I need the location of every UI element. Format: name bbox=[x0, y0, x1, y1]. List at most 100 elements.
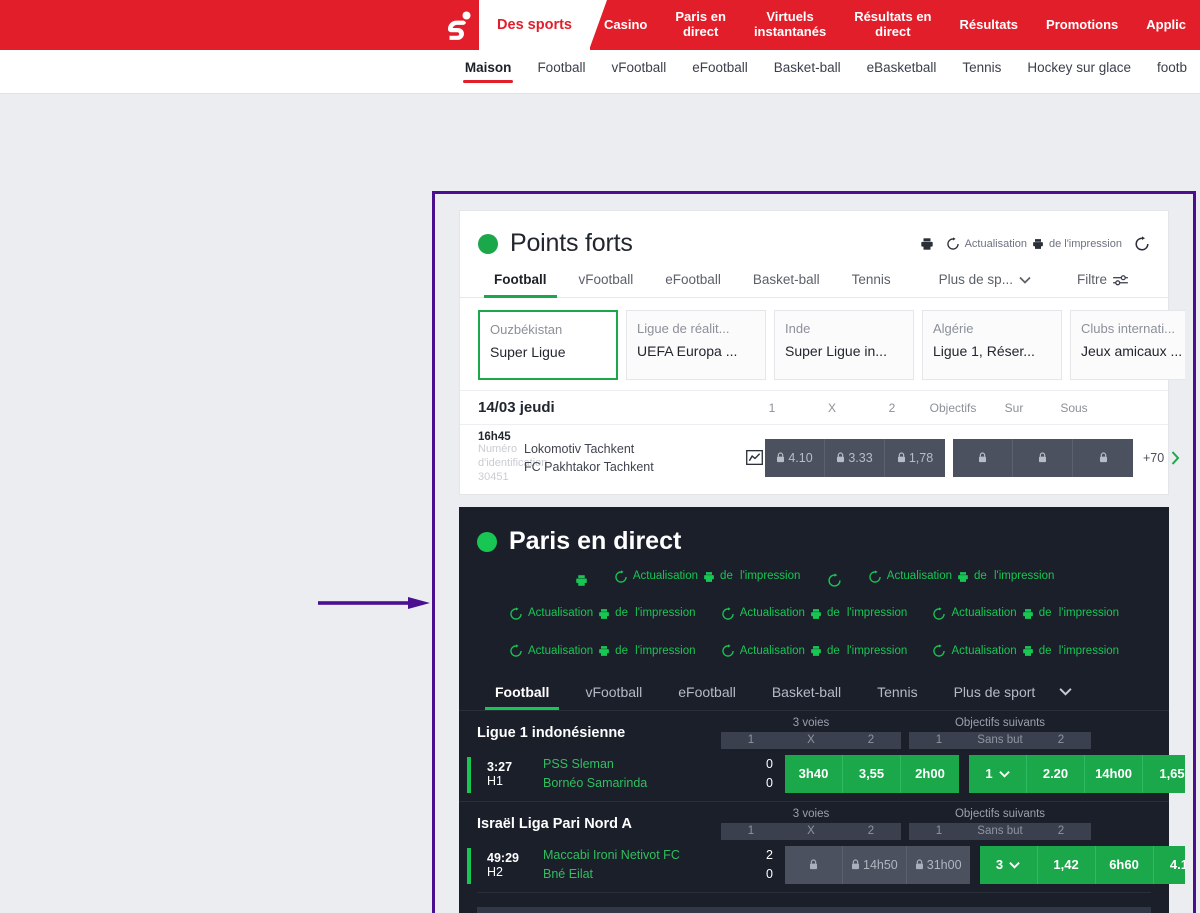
subnav-item-basket-ball[interactable]: Basket-ball bbox=[761, 60, 854, 83]
odds-button[interactable]: 14h50 bbox=[843, 845, 907, 884]
col-header-2: 2 bbox=[1057, 824, 1065, 837]
brand-logo[interactable] bbox=[439, 0, 480, 50]
odds-button[interactable]: 4.10 bbox=[765, 438, 825, 477]
live-tab-more-sports[interactable]: Plus de sport bbox=[936, 676, 1081, 710]
refresh-print-tool[interactable]: Actualisation de l'impression bbox=[868, 560, 1054, 593]
tab-tennis[interactable]: Tennis bbox=[836, 264, 907, 297]
tab-vfootball[interactable]: vFootball bbox=[563, 264, 650, 297]
topnav-item-applications[interactable]: Applic bbox=[1132, 0, 1200, 50]
col-header-1: 1 bbox=[935, 733, 943, 746]
refresh-print-tool[interactable]: Actualisation de l'impression bbox=[509, 635, 696, 668]
odds-button[interactable]: 2.20 bbox=[1027, 754, 1085, 793]
refresh-print-tool[interactable]: Actualisation de l'impression bbox=[721, 597, 907, 630]
match-stats-button[interactable] bbox=[746, 450, 763, 466]
odds-button[interactable]: 6h60 bbox=[1096, 845, 1154, 884]
refresh-print-tool-1[interactable]: Actualisation de l'impression bbox=[946, 236, 1122, 251]
odds-value: 14h50 bbox=[863, 857, 898, 872]
odds-button[interactable]: 3h40 bbox=[785, 754, 843, 793]
league-chip[interactable]: Algérie Ligue 1, Réser... bbox=[922, 310, 1062, 380]
subnav-item-football-extra[interactable]: footb bbox=[1144, 60, 1200, 83]
live-tab-football[interactable]: Football bbox=[477, 676, 567, 710]
odds-selector[interactable]: 3 bbox=[980, 845, 1038, 884]
live-tab-tennis[interactable]: Tennis bbox=[859, 676, 935, 710]
col-header-sur: Sur bbox=[1004, 400, 1024, 415]
more-markets-link[interactable]: +70 bbox=[1133, 451, 1180, 465]
odds-selector[interactable]: 1 bbox=[969, 754, 1027, 793]
odds-button[interactable]: 3,55 bbox=[843, 754, 901, 793]
print-icon[interactable] bbox=[920, 237, 934, 251]
refresh-label-a: Actualisation bbox=[527, 607, 594, 620]
league-chip[interactable]: Ligue de réalit... UEFA Europa ... bbox=[626, 310, 766, 380]
subnav-item-football[interactable]: Football bbox=[524, 60, 598, 83]
topnav-item-resultats[interactable]: Résultats bbox=[946, 0, 1033, 50]
refresh-icon-trailing[interactable] bbox=[1134, 235, 1150, 252]
odds-button[interactable]: 1,42 bbox=[1038, 845, 1096, 884]
odds-button[interactable]: 4.10 bbox=[1154, 846, 1185, 884]
live-match-home-team: Maccabi Ironi Netivot FC bbox=[543, 848, 680, 863]
brand-tab-des-sports[interactable]: Des sports bbox=[479, 0, 607, 50]
refresh-print-tool[interactable]: Actualisation de l'impression bbox=[721, 635, 907, 668]
live-match-row[interactable]: 49:29 H2 Maccabi Ironi Netivot FC Bné Ei… bbox=[459, 840, 1185, 892]
odds-column-headers: 1 X 2 Objectifs Sur Sous bbox=[742, 401, 1150, 415]
live-odds-column-headers: 3 voies 1 X 2 Objectifs suivants 1 Sans … bbox=[721, 717, 1151, 749]
topnav-item-virtuels-instantanes[interactable]: Virtuels instantanés bbox=[740, 0, 840, 50]
odds-button[interactable]: 1,65 bbox=[1143, 755, 1185, 793]
print-icon[interactable] bbox=[575, 574, 588, 587]
match-row[interactable]: 16h45 Numéro d'identification 30451 Loko… bbox=[460, 425, 1180, 494]
odds-value: 3h40 bbox=[798, 766, 829, 782]
tab-basket-ball[interactable]: Basket-ball bbox=[737, 264, 836, 297]
live-tab-basket-ball[interactable]: Basket-ball bbox=[754, 676, 859, 710]
refresh-icon bbox=[722, 644, 734, 657]
live-match-home-team: PSS Sleman bbox=[543, 757, 614, 772]
print-icon bbox=[1022, 608, 1033, 619]
highlights-header-tools: Actualisation de l'impression bbox=[920, 235, 1150, 252]
odds-group-main: 4.10 3.33 1,78 bbox=[765, 438, 945, 477]
tab-more-sports[interactable]: Plus de sp... bbox=[923, 264, 1047, 297]
col-header-objectifs: Objectifs bbox=[929, 400, 977, 415]
subnav-item-tennis[interactable]: Tennis bbox=[949, 60, 1014, 83]
date-label: 14/03 jeudi bbox=[478, 399, 555, 416]
live-match-scores: 0 0 bbox=[743, 755, 773, 792]
match-away-team: FC Pakhtakor Tachkent bbox=[524, 459, 654, 474]
tab-efootball[interactable]: eFootball bbox=[649, 264, 737, 297]
print-icon bbox=[1022, 646, 1033, 656]
odds-button[interactable] bbox=[953, 438, 1013, 477]
filter-button[interactable]: Filtre bbox=[1061, 264, 1144, 297]
filter-sliders-icon bbox=[1113, 274, 1128, 285]
odds-button[interactable] bbox=[785, 845, 843, 884]
subnav-item-ebasketball[interactable]: eBasketball bbox=[854, 60, 950, 83]
live-tab-vfootball[interactable]: vFootball bbox=[567, 676, 660, 710]
odds-button[interactable]: 2h00 bbox=[901, 755, 959, 793]
live-match-row[interactable]: 3:27 H1 PSS Sleman Bornéo Samarinda 0 0 … bbox=[459, 749, 1185, 801]
match-time: 16h45 bbox=[478, 431, 511, 443]
odds-value: 31h00 bbox=[926, 857, 962, 872]
odds-button[interactable]: 3.33 bbox=[825, 438, 885, 477]
odds-button[interactable] bbox=[1013, 438, 1073, 477]
odds-button[interactable] bbox=[1073, 439, 1133, 477]
col-group-title: 3 voies bbox=[792, 807, 830, 820]
odds-button[interactable]: 31h00 bbox=[907, 846, 970, 884]
subnav-item-efootball[interactable]: eFootball bbox=[679, 60, 761, 83]
refresh-print-tool[interactable]: Actualisation de l'impression bbox=[932, 635, 1119, 668]
subnav-item-vfootball[interactable]: vFootball bbox=[598, 60, 679, 83]
view-all-button[interactable]: Voir tout bbox=[477, 906, 1151, 913]
topnav-item-paris-en-direct[interactable]: Paris en direct bbox=[661, 0, 740, 50]
live-tab-efootball[interactable]: eFootball bbox=[660, 676, 754, 710]
refresh-print-tool[interactable]: Actualisation de l'impression bbox=[614, 560, 800, 593]
refresh-label-a: Actualisation bbox=[964, 237, 1027, 250]
topnav-item-promotions[interactable]: Promotions bbox=[1032, 0, 1132, 50]
odds-button[interactable]: 14h00 bbox=[1085, 754, 1143, 793]
refresh-icon[interactable] bbox=[827, 573, 842, 588]
odds-button[interactable]: 1,78 bbox=[885, 439, 945, 477]
live-match-home-score: 0 bbox=[766, 757, 773, 772]
topnav-item-resultats-en-direct[interactable]: Résultats en direct bbox=[840, 0, 945, 50]
league-chip[interactable]: Inde Super Ligue in... bbox=[774, 310, 914, 380]
subnav-item-hockey-sur-glace[interactable]: Hockey sur glace bbox=[1014, 60, 1144, 83]
league-chip[interactable]: Clubs internati... Jeux amicaux ... bbox=[1070, 310, 1185, 380]
refresh-print-tool[interactable]: Actualisation de l'impression bbox=[509, 597, 696, 630]
refresh-print-tool[interactable]: Actualisation de l'impression bbox=[932, 597, 1119, 630]
col-header-x: X bbox=[807, 824, 815, 837]
tab-football[interactable]: Football bbox=[478, 264, 563, 298]
league-chip[interactable]: Ouzbékistan Super Ligue bbox=[478, 310, 618, 380]
subnav-item-maison[interactable]: Maison bbox=[452, 60, 525, 83]
